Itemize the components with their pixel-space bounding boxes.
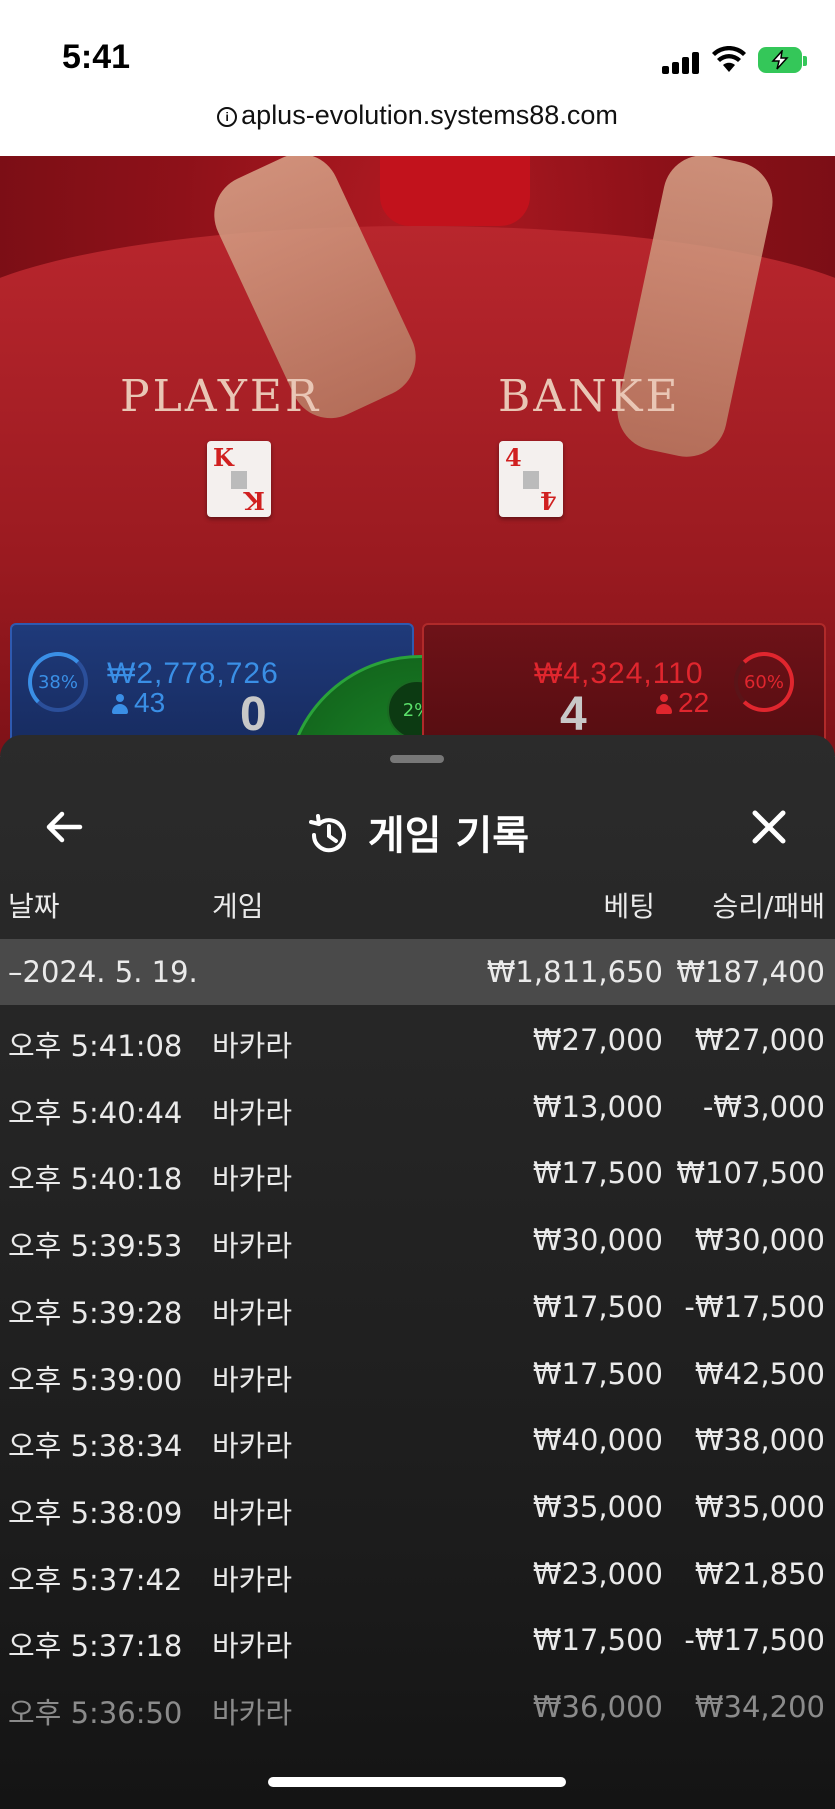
history-row[interactable]: 오후 5:38:34 바카라 ₩40,000 ₩38,000: [0, 1407, 835, 1473]
history-row-time: 오후 5:37:42: [8, 1562, 183, 1597]
history-row[interactable]: 오후 5:40:18 바카라 ₩17,500 ₩107,500: [0, 1140, 835, 1206]
cellular-signal-icon: [662, 52, 702, 74]
history-row-time: 오후 5:37:18: [8, 1629, 183, 1664]
history-row-game: 바카라: [212, 1429, 293, 1464]
history-row-win-loss: -₩17,500: [684, 1623, 825, 1658]
sheet-header: 게임 기록: [0, 775, 835, 915]
history-row[interactable]: 오후 5:40:44 바카라 ₩13,000 -₩3,000: [0, 1074, 835, 1140]
game-history-sheet: 게임 기록 날짜 게임 베팅 승리/패배 –2024. 5. 19. ₩1,81…: [0, 735, 835, 1809]
history-row-time: 오후 5:39:28: [8, 1295, 183, 1330]
url-text: aplus-evolution.systems88.com: [241, 100, 618, 130]
history-title-text: 게임 기록: [367, 813, 530, 859]
history-row-win-loss: ₩42,500: [694, 1356, 825, 1391]
history-row[interactable]: 오후 5:37:18 바카라 ₩17,500 -₩17,500: [0, 1607, 835, 1673]
player-percent: 38%: [37, 672, 78, 693]
history-row-time: 오후 5:39:53: [8, 1229, 183, 1264]
banker-bettor-count: 22: [656, 687, 709, 719]
status-time: 5:41: [62, 38, 131, 76]
history-row-win-loss: -₩3,000: [702, 1089, 825, 1124]
wifi-icon: [712, 46, 746, 72]
history-row-bet: ₩17,500: [532, 1356, 663, 1391]
home-indicator: [268, 1777, 566, 1787]
close-icon[interactable]: [745, 803, 793, 851]
history-row-bet: ₩17,500: [532, 1289, 663, 1324]
banker-percent: 60%: [743, 672, 784, 693]
history-icon: [308, 814, 346, 853]
history-row-game: 바카라: [212, 1495, 293, 1530]
date-group-row[interactable]: –2024. 5. 19. ₩1,811,650 ₩187,400: [0, 939, 835, 1005]
status-bar: 5:41: [0, 0, 835, 100]
banker-felt-label: BANKE: [498, 371, 681, 422]
history-row-bet: ₩13,000: [532, 1089, 663, 1124]
person-icon: [656, 694, 672, 714]
history-row-game: 바카라: [212, 1362, 293, 1397]
history-row-win-loss: -₩17,500: [684, 1289, 825, 1324]
address-bar[interactable]: i aplus-evolution.systems88.com: [0, 100, 835, 156]
history-row-bet: ₩35,000: [532, 1489, 663, 1524]
sheet-drag-handle[interactable]: [390, 755, 444, 763]
history-row-win-loss: ₩27,000: [694, 1023, 825, 1057]
history-title: 게임 기록: [0, 803, 835, 861]
history-row-bet: ₩36,000: [532, 1690, 663, 1724]
history-row[interactable]: 오후 5:39:28 바카라 ₩17,500 -₩17,500: [0, 1274, 835, 1340]
dealer-body: [380, 156, 530, 226]
history-row-win-loss: ₩30,000: [694, 1223, 825, 1258]
history-row-time: 오후 5:38:34: [8, 1429, 183, 1464]
history-row-game: 바카라: [212, 1696, 293, 1730]
player-score: 0: [240, 688, 267, 741]
column-header-bet: 베팅: [603, 890, 655, 923]
history-row-win-loss: ₩35,000: [694, 1489, 825, 1524]
history-row[interactable]: 오후 5:36:50 바카라 ₩36,000 ₩34,200: [0, 1674, 835, 1740]
battery-charging-icon: [758, 47, 802, 73]
banker-card: 44: [499, 441, 563, 517]
history-row-time: 오후 5:38:09: [8, 1495, 183, 1530]
history-row[interactable]: 오후 5:38:09 바카라 ₩35,000 ₩35,000: [0, 1474, 835, 1540]
date-group-win-total: ₩187,400: [676, 955, 825, 989]
history-row-time: 오후 5:41:08: [8, 1029, 183, 1063]
history-row-game: 바카라: [212, 1629, 293, 1664]
history-row[interactable]: 오후 5:39:00 바카라 ₩17,500 ₩42,500: [0, 1341, 835, 1407]
player-bettor-count: 43: [112, 687, 165, 719]
column-header-game: 게임: [212, 890, 264, 923]
history-row-bet: ₩40,000: [532, 1423, 663, 1458]
info-icon[interactable]: i: [217, 106, 238, 127]
history-row[interactable]: 오후 5:39:53 바카라 ₩30,000 ₩30,000: [0, 1207, 835, 1273]
history-row-game: 바카라: [212, 1162, 293, 1197]
history-row-bet: ₩17,500: [532, 1156, 663, 1191]
date-group-bet-total: ₩1,811,650: [486, 955, 663, 989]
history-row-game: 바카라: [212, 1295, 293, 1330]
player-felt-label: PLAYER: [120, 371, 322, 422]
column-header-date: 날짜: [8, 890, 60, 923]
history-row-time: 오후 5:40:18: [8, 1162, 183, 1197]
history-row[interactable]: 오후 5:37:42 바카라 ₩23,000 ₩21,850: [0, 1541, 835, 1607]
history-row-bet: ₩23,000: [532, 1556, 663, 1591]
history-row-win-loss: ₩107,500: [676, 1156, 825, 1191]
history-row-game: 바카라: [212, 1562, 293, 1597]
history-row[interactable]: 오후 5:41:08 바카라 ₩27,000 ₩27,000: [0, 1007, 835, 1073]
banker-score: 4: [560, 688, 587, 741]
history-row-win-loss: ₩34,200: [694, 1690, 825, 1724]
history-row-time: 오후 5:36:50: [8, 1696, 183, 1730]
history-row-game: 바카라: [212, 1095, 293, 1130]
history-row-bet: ₩27,000: [532, 1023, 663, 1057]
date-group-label: –2024. 5. 19.: [8, 955, 198, 989]
banker-bet-amount: ₩4,324,110: [534, 657, 704, 690]
column-header-win-loss: 승리/패배: [712, 890, 825, 923]
player-card: KK: [207, 441, 271, 517]
history-row-bet: ₩30,000: [532, 1223, 663, 1258]
history-row-win-loss: ₩38,000: [694, 1423, 825, 1458]
history-row-game: 바카라: [212, 1229, 293, 1264]
history-row-bet: ₩17,500: [532, 1623, 663, 1658]
history-row-time: 오후 5:39:00: [8, 1362, 183, 1397]
player-bet-amount: ₩2,778,726: [107, 657, 279, 690]
history-row-game: 바카라: [212, 1029, 293, 1063]
history-row-time: 오후 5:40:44: [8, 1095, 183, 1130]
person-icon: [112, 694, 128, 714]
history-row-win-loss: ₩21,850: [694, 1556, 825, 1591]
